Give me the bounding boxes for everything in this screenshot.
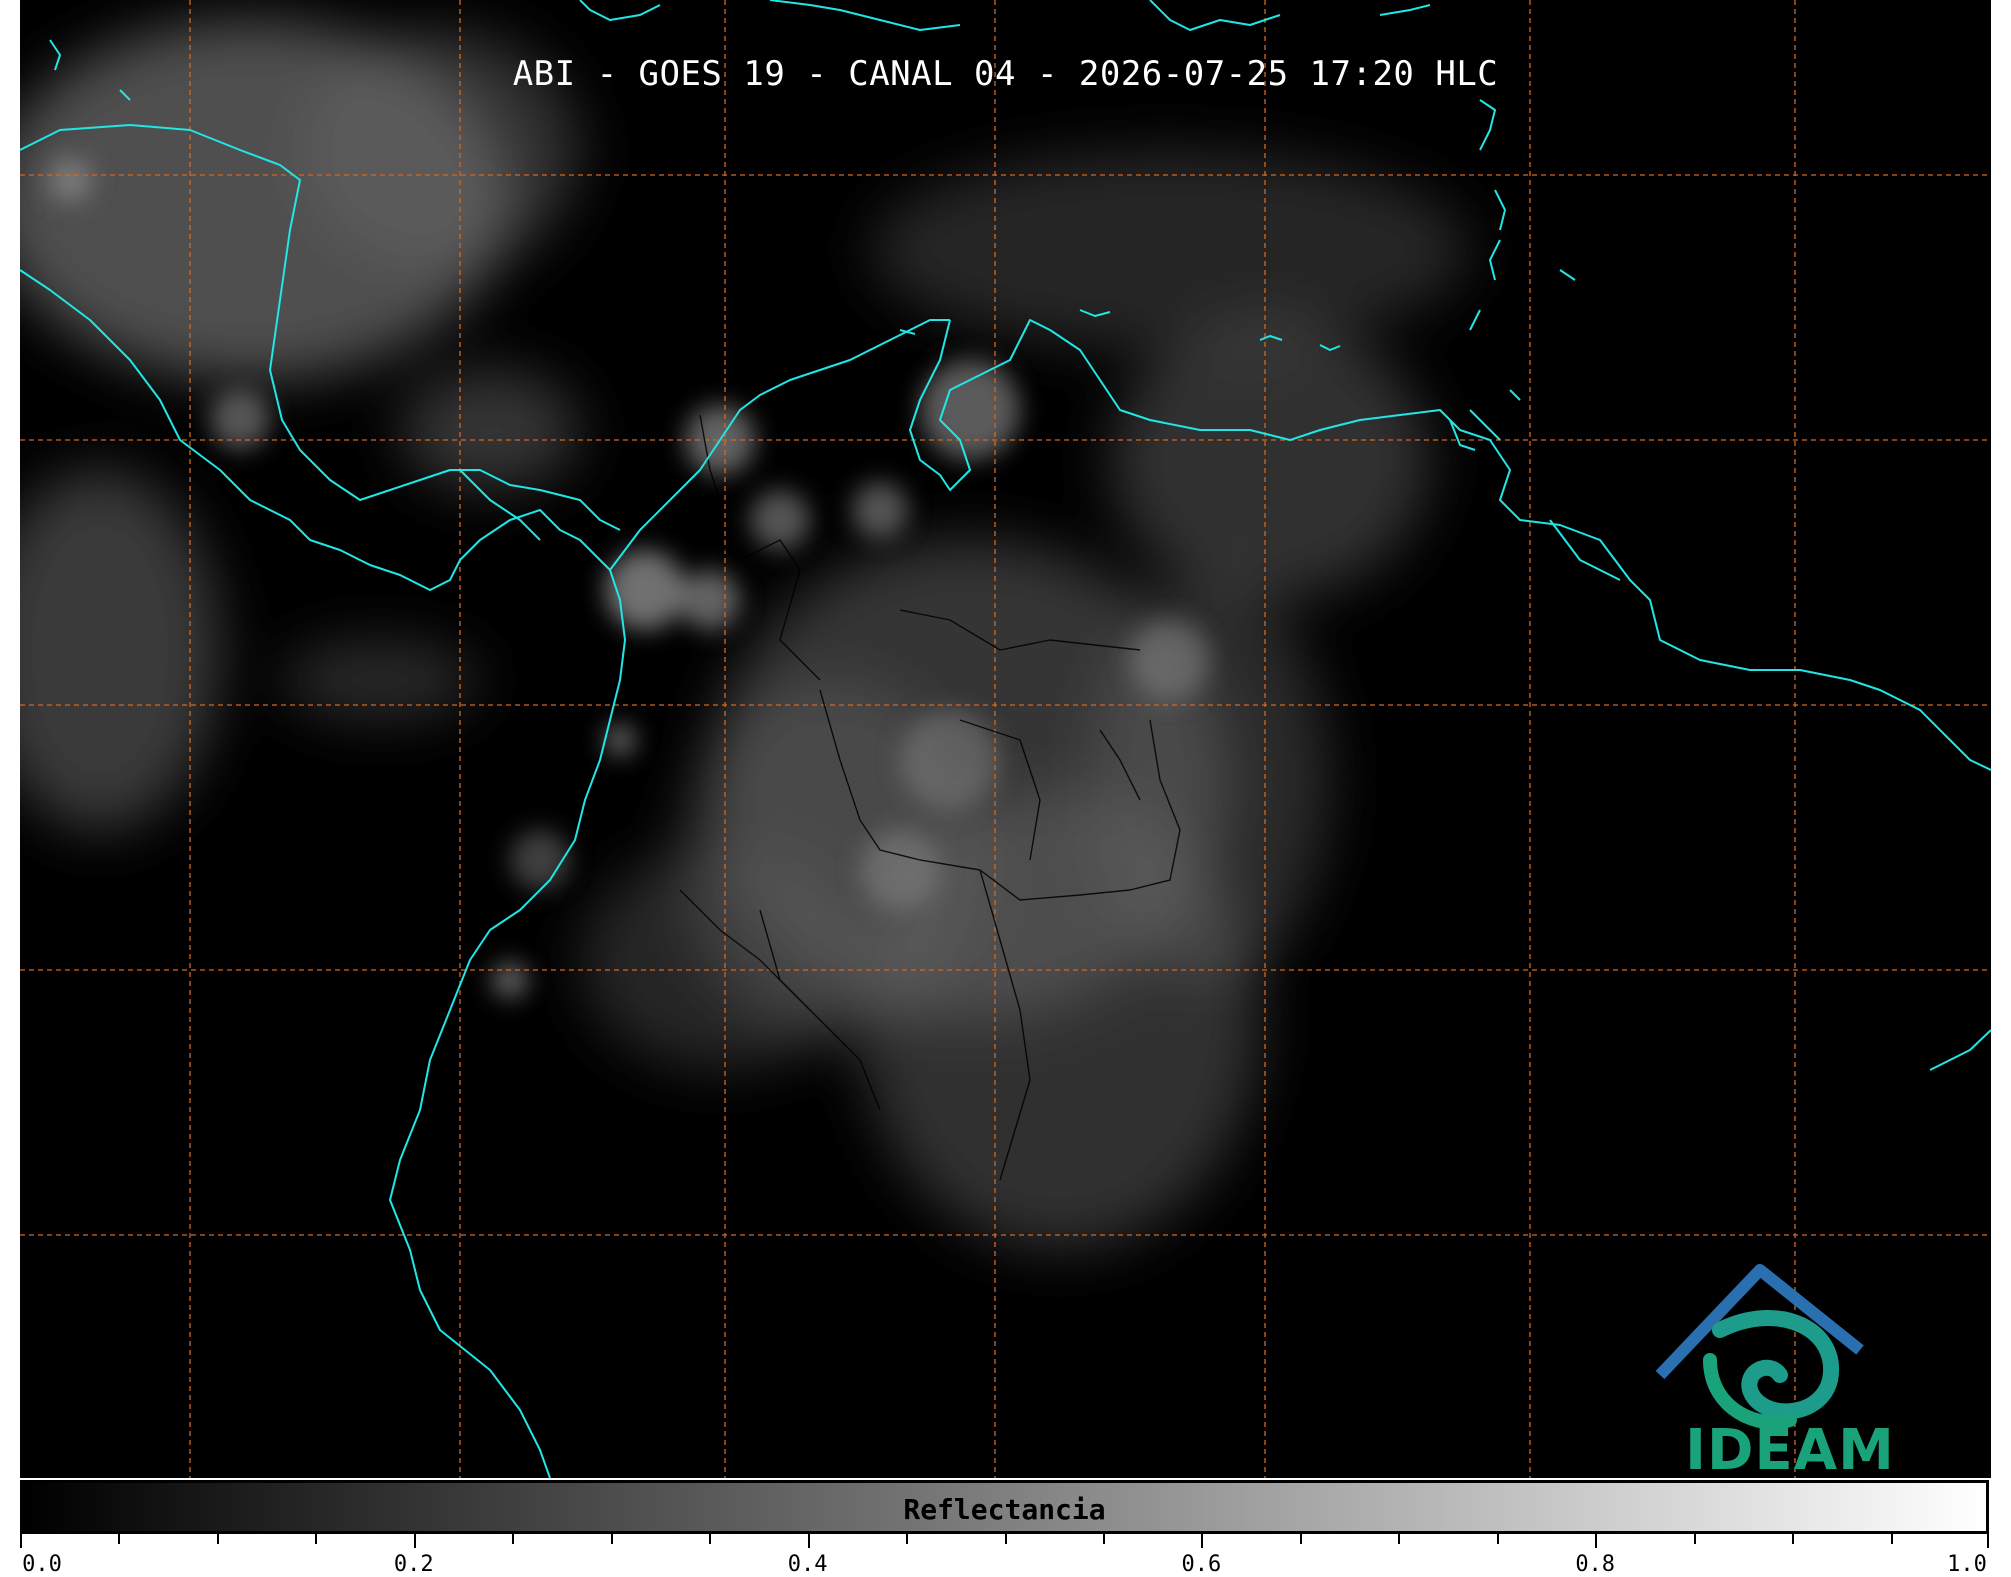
minor-tick	[906, 1534, 908, 1544]
minor-tick	[1891, 1534, 1893, 1544]
minor-tick	[1005, 1534, 1007, 1544]
major-tick	[1987, 1534, 1989, 1548]
colorbar-ticks: 0.0 0.2 0.4 0.6 0.8 1.0	[20, 1534, 1989, 1577]
minor-tick	[512, 1534, 514, 1544]
colorbar-tick-label: 0.2	[393, 1552, 434, 1577]
minor-tick	[1398, 1534, 1400, 1544]
minor-tick	[611, 1534, 613, 1544]
colorbar-label: Reflectancia	[903, 1493, 1106, 1526]
major-tick	[1595, 1534, 1597, 1548]
satellite-map: ABI - GOES 19 - CANAL 04 - 2026-07-25 17…	[20, 0, 1991, 1478]
minor-tick	[709, 1534, 711, 1544]
colorbar-tick-label: 0.0	[22, 1552, 62, 1577]
minor-tick	[1300, 1534, 1302, 1544]
colorbar-tick-label: 1.0	[1947, 1552, 1987, 1577]
colorbar-tick-label: 0.6	[1181, 1552, 1222, 1577]
colorbar-tick-label: 0.8	[1575, 1552, 1616, 1577]
cloud-layer	[20, 20, 1470, 1250]
major-tick	[414, 1534, 416, 1548]
colorbar: Reflectancia	[20, 1480, 1989, 1534]
logo-text: IDEAM	[1685, 1418, 1895, 1478]
minor-tick	[1694, 1534, 1696, 1544]
colorbar-tick-label: 0.4	[787, 1552, 828, 1577]
minor-tick	[118, 1534, 120, 1544]
logo-block: IDEAM	[1670, 1252, 1910, 1478]
minor-tick	[315, 1534, 317, 1544]
major-tick	[808, 1534, 810, 1548]
minor-tick	[1497, 1534, 1499, 1544]
minor-tick	[1792, 1534, 1794, 1544]
satellite-figure: ABI - GOES 19 - CANAL 04 - 2026-07-25 17…	[0, 0, 2011, 1577]
minor-tick	[1103, 1534, 1105, 1544]
major-tick	[1201, 1534, 1203, 1548]
major-tick	[20, 1534, 22, 1548]
minor-tick	[217, 1534, 219, 1544]
map-title: ABI - GOES 19 - CANAL 04 - 2026-07-25 17…	[512, 54, 1499, 94]
